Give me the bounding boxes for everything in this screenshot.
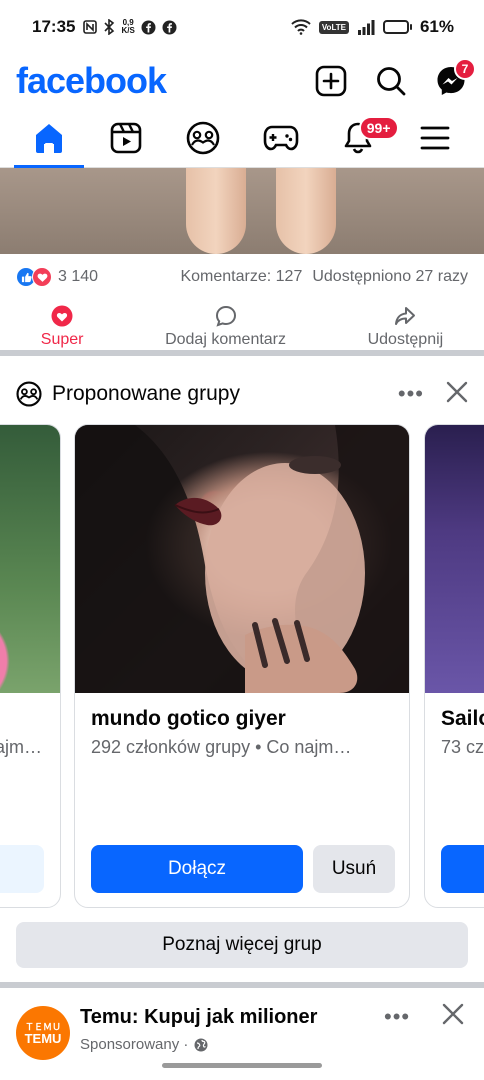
battery-percent: 61% bbox=[419, 17, 454, 36]
join-button[interactable] bbox=[0, 845, 44, 893]
group-cover-image[interactable] bbox=[0, 425, 60, 693]
avatar[interactable]: ＴＥＭＵ TEMU bbox=[16, 1006, 70, 1060]
battery-tip bbox=[409, 24, 412, 30]
status-icons-right: VoLTE 61% bbox=[291, 17, 454, 37]
messenger-button[interactable]: 7 bbox=[434, 58, 476, 98]
post-image[interactable] bbox=[0, 168, 484, 254]
facebook-logo[interactable]: facebook bbox=[16, 60, 167, 102]
tab-notifications[interactable]: 99+ bbox=[323, 108, 399, 168]
volte-badge: VoLTE bbox=[318, 20, 349, 34]
suggested-groups-header: Proponowane grupy ••• bbox=[16, 372, 468, 416]
suggested-groups-carousel[interactable]: ajm… mundo gotico giyer 292 członków gru… bbox=[0, 424, 484, 908]
plus-icon bbox=[315, 65, 347, 97]
groups-icon bbox=[16, 381, 42, 407]
comment-icon bbox=[215, 305, 236, 327]
tab-gaming[interactable] bbox=[246, 108, 316, 168]
share-button[interactable]: Udostępnij bbox=[367, 305, 444, 349]
group-cover-image[interactable] bbox=[425, 425, 484, 693]
section-divider bbox=[0, 982, 484, 988]
sponsor-name[interactable]: Temu: Kupuj jak milioner bbox=[80, 1006, 317, 1029]
suggested-groups-title: Proponowane grupy bbox=[52, 382, 240, 405]
share-label: Udostępnij bbox=[367, 331, 444, 348]
post-image-detail bbox=[186, 168, 246, 254]
app-header: facebook 7 bbox=[0, 54, 484, 108]
search-button[interactable] bbox=[374, 64, 408, 98]
group-meta: 73 cz bbox=[441, 737, 484, 757]
react-button[interactable]: Super bbox=[40, 305, 84, 349]
love-reaction-icon bbox=[32, 267, 52, 287]
gamepad-icon bbox=[263, 125, 298, 150]
wifi-icon bbox=[291, 19, 311, 35]
more-options-button[interactable]: ••• bbox=[398, 381, 424, 407]
tab-menu[interactable] bbox=[400, 108, 470, 168]
groups-icon bbox=[187, 121, 220, 154]
reactions-summary: 3 140 Komentarze: 127 Udostępniono 27 ra… bbox=[16, 262, 468, 292]
post-image-detail bbox=[276, 168, 336, 254]
facebook-notification-icon bbox=[141, 20, 156, 35]
join-button[interactable] bbox=[441, 845, 484, 893]
status-icons-left: 0,9 K/S bbox=[83, 19, 177, 35]
reaction-icons[interactable] bbox=[16, 267, 52, 287]
tab-video[interactable] bbox=[91, 108, 161, 168]
heart-icon bbox=[51, 305, 73, 327]
notifications-badge: 99+ bbox=[358, 115, 399, 140]
avatar-logo-mark: ＴＥＭＵ bbox=[24, 1021, 61, 1032]
comments-count[interactable]: Komentarze: 127 bbox=[180, 268, 302, 286]
share-icon bbox=[395, 307, 416, 325]
battery-body bbox=[382, 20, 409, 34]
join-button[interactable]: Dołącz bbox=[91, 845, 303, 893]
search-icon bbox=[377, 67, 406, 96]
comment-label: Dodaj komentarz bbox=[165, 331, 287, 348]
network-speed: 0,9 K/S bbox=[121, 19, 134, 35]
battery-icon bbox=[382, 20, 412, 34]
group-name[interactable]: mundo gotico giyer bbox=[91, 707, 286, 731]
more-options-button[interactable]: ••• bbox=[384, 1004, 410, 1030]
see-more-groups-button[interactable]: Poznaj więcej grup bbox=[16, 922, 468, 968]
close-icon[interactable] bbox=[442, 1000, 464, 1032]
group-meta: 292 członków grupy • Co najm… bbox=[91, 737, 352, 757]
hamburger-menu-icon bbox=[420, 126, 450, 149]
avatar-logo-text: TEMU bbox=[24, 1030, 62, 1046]
tab-groups[interactable] bbox=[168, 108, 238, 168]
header-actions: 7 bbox=[314, 58, 476, 98]
group-meta: ajm… bbox=[0, 737, 42, 757]
video-icon bbox=[110, 122, 142, 153]
group-name[interactable]: Sailo bbox=[441, 707, 484, 731]
post-actions: Super Dodaj komentarz Udostępnij bbox=[0, 304, 484, 356]
sponsored-label: Sponsorowany · bbox=[80, 1036, 208, 1053]
nfc-icon bbox=[83, 20, 98, 34]
reaction-count[interactable]: 3 140 bbox=[58, 268, 98, 286]
clock: 17:35 bbox=[32, 17, 76, 36]
shares-count[interactable]: Udostępniono 27 razy bbox=[312, 268, 468, 286]
sponsored-text: Sponsorowany · bbox=[80, 1036, 189, 1053]
group-card[interactable]: Sailo 73 cz bbox=[424, 424, 484, 908]
create-button[interactable] bbox=[314, 64, 348, 98]
globe-icon bbox=[194, 1038, 208, 1051]
group-card[interactable]: ajm… bbox=[0, 424, 61, 908]
home-icon bbox=[36, 123, 62, 153]
home-indicator[interactable] bbox=[162, 1063, 322, 1068]
group-cover-image[interactable] bbox=[75, 425, 409, 693]
facebook-notification-icon-2 bbox=[162, 20, 177, 35]
status-bar: 17:35 0,9 K/S VoLTE 61% bbox=[0, 0, 484, 54]
close-icon[interactable] bbox=[446, 378, 468, 410]
tab-home[interactable] bbox=[14, 108, 84, 168]
messenger-badge: 7 bbox=[454, 58, 476, 80]
comment-button[interactable]: Dodaj komentarz bbox=[165, 305, 286, 349]
portrait-illustration bbox=[75, 425, 409, 693]
group-card[interactable]: mundo gotico giyer 292 członków grupy • … bbox=[74, 424, 410, 908]
signal-icon bbox=[357, 19, 375, 35]
bluetooth-icon bbox=[103, 19, 115, 35]
remove-button[interactable]: Usuń bbox=[313, 845, 395, 893]
react-label: Super bbox=[40, 331, 84, 348]
network-speed-unit: K/S bbox=[121, 26, 135, 35]
nav-tabs: 99+ bbox=[0, 108, 484, 168]
